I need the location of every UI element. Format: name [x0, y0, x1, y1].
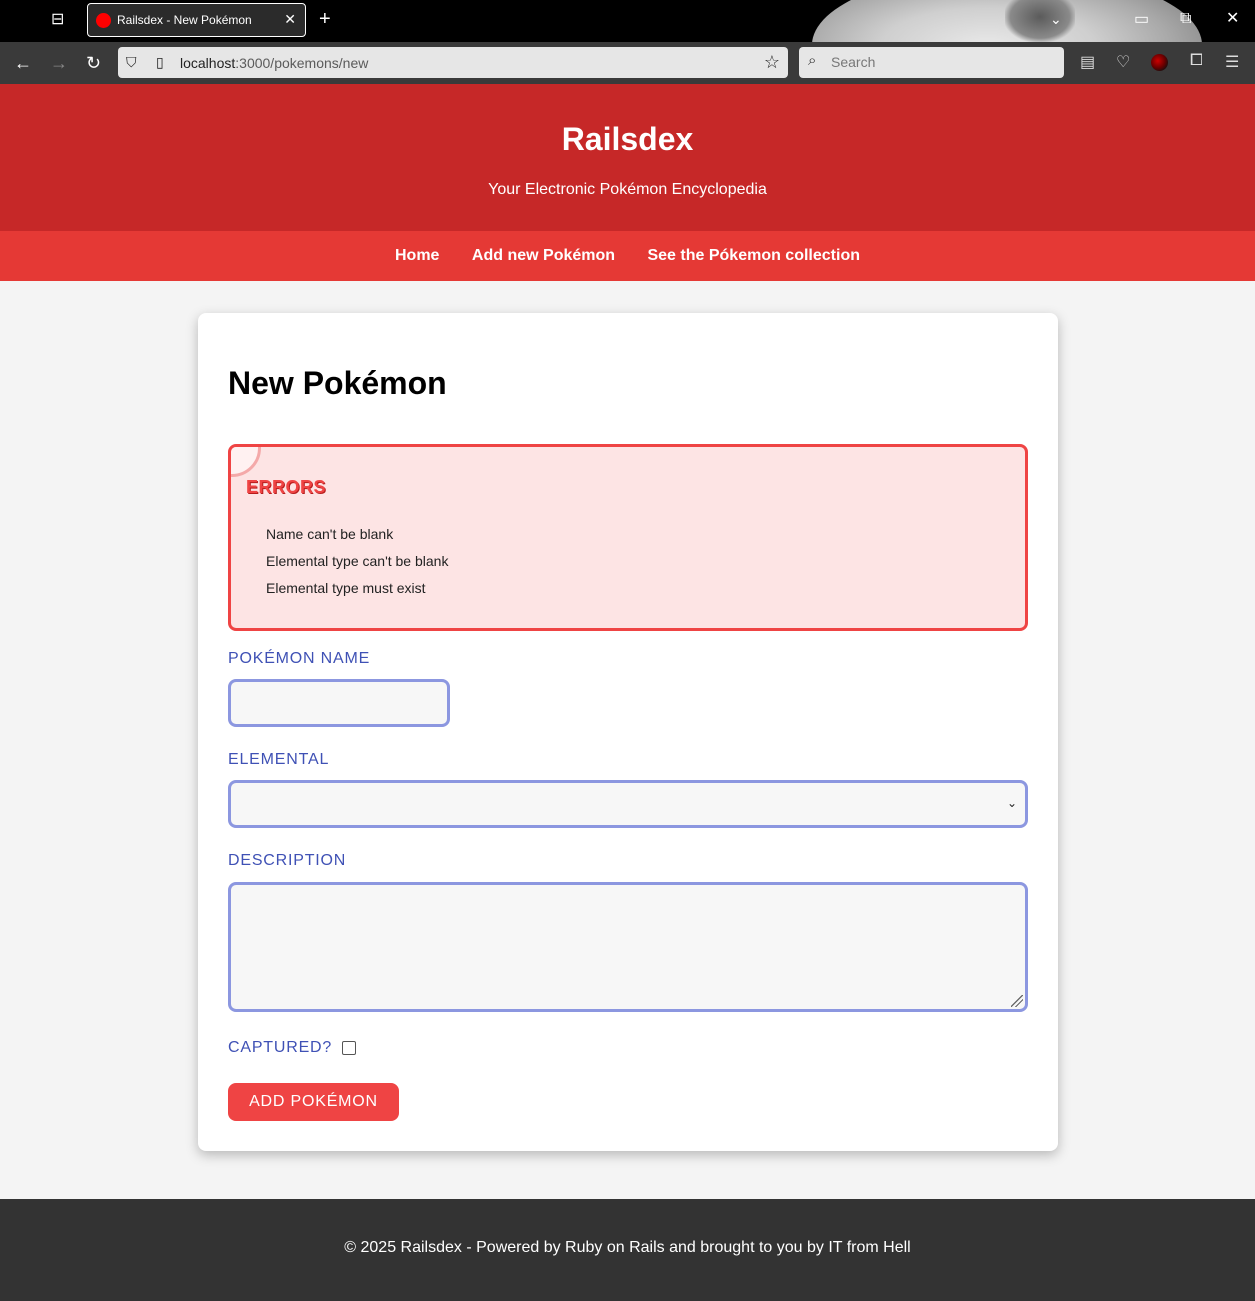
error-item: Elemental type must exist	[266, 580, 426, 596]
window-close-icon[interactable]: ✕	[1226, 11, 1239, 27]
name-label: POKÉMON NAME	[228, 650, 371, 667]
tab-list-chevron-icon[interactable]: ⌄	[1050, 12, 1062, 26]
minimize-icon[interactable]: ▭	[1134, 12, 1149, 28]
error-item: Elemental type can't be blank	[266, 553, 449, 569]
maximize-icon[interactable]: ⧉	[1180, 11, 1191, 27]
tab-title: Railsdex - New Pokémon	[117, 13, 252, 27]
pokeball-corner-icon	[231, 447, 261, 477]
site-header: Railsdex Your Electronic Pokémon Encyclo…	[0, 84, 1255, 231]
site-nav: Home Add new Pokémon See the Pókemon col…	[0, 231, 1255, 281]
elemental-label: ELEMENTAL	[228, 751, 330, 768]
reader-view-icon[interactable]: ▤	[1080, 52, 1095, 72]
footer-text: © 2025 Railsdex - Powered by Ruby on Rai…	[344, 1239, 911, 1256]
back-icon[interactable]: ←	[14, 53, 32, 73]
extension-avatar-icon[interactable]	[1151, 54, 1168, 71]
elemental-select[interactable]: ⌄	[228, 780, 1028, 828]
name-input[interactable]	[228, 679, 450, 727]
address-bar[interactable]: ⛉ ▯ localhost:3000/pokemons/new ☆	[118, 47, 788, 78]
browser-titlebar: ⊟ Railsdex - New Pokémon ✕ + ⌄ ▭ ⧉ ✕	[0, 0, 1255, 42]
nav-link-home[interactable]: Home	[395, 231, 439, 281]
browser-navbar: ← → ↻ ⛉ ▯ localhost:3000/pokemons/new ☆ …	[0, 42, 1255, 84]
tab-close-icon[interactable]: ✕	[284, 11, 296, 28]
site-tagline: Your Electronic Pokémon Encyclopedia	[488, 181, 767, 198]
search-bar[interactable]: ⌕	[799, 47, 1064, 78]
reload-icon[interactable]: ↻	[86, 53, 101, 73]
captured-checkbox[interactable]	[342, 1041, 356, 1055]
description-label: DESCRIPTION	[228, 852, 347, 869]
search-icon: ⌕	[808, 52, 817, 69]
error-item: Name can't be blank	[266, 526, 394, 542]
extensions-puzzle-icon[interactable]: ⧠	[1190, 52, 1203, 70]
search-input[interactable]	[829, 53, 1053, 71]
error-list: Name can't be blank Elemental type can't…	[266, 521, 448, 602]
browser-tab[interactable]: Railsdex - New Pokémon ✕	[87, 3, 306, 37]
menu-icon[interactable]: ☰	[1225, 52, 1239, 72]
add-pokemon-button[interactable]: ADD POKÉMON	[228, 1083, 399, 1121]
description-textarea[interactable]	[228, 882, 1028, 1012]
new-tab-icon[interactable]: +	[319, 9, 331, 29]
page-icon[interactable]: ▯	[156, 54, 164, 71]
url-text[interactable]: localhost:3000/pokemons/new	[180, 55, 368, 71]
tab-favicon-icon	[96, 13, 111, 28]
pocket-icon[interactable]: ♡	[1116, 52, 1130, 72]
page-title: New Pokémon	[228, 365, 447, 401]
bookmark-star-icon[interactable]: ☆	[764, 52, 780, 73]
errors-title: ERRORS	[246, 477, 327, 497]
captured-label: CAPTURED?	[228, 1039, 333, 1056]
theme-wolf-image	[1005, 0, 1075, 42]
resize-handle-icon[interactable]	[1011, 995, 1023, 1007]
form-card: New Pokémon ERRORS Name can't be blank E…	[198, 313, 1058, 1151]
tab-overview-icon[interactable]: ⊟	[51, 12, 64, 28]
nav-link-add-pokemon[interactable]: Add new Pokémon	[472, 231, 615, 281]
chevron-down-icon: ⌄	[1006, 796, 1017, 810]
site-title: Railsdex	[561, 121, 694, 157]
shield-icon[interactable]: ⛉	[126, 54, 137, 71]
error-box: ERRORS Name can't be blank Elemental typ…	[228, 444, 1028, 631]
nav-link-collection[interactable]: See the Pókemon collection	[647, 231, 860, 281]
site-footer: © 2025 Railsdex - Powered by Ruby on Rai…	[0, 1199, 1255, 1301]
forward-icon[interactable]: →	[50, 53, 68, 73]
